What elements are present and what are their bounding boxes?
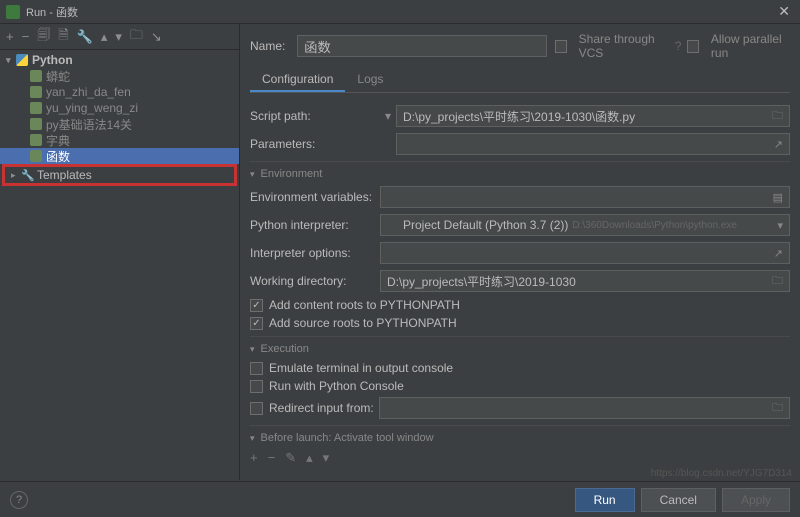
config-icon [30, 150, 42, 162]
config-icon [30, 118, 42, 130]
add-task-icon[interactable]: + [250, 450, 258, 466]
chevron-down-icon[interactable]: ▾ [250, 344, 255, 355]
save-icon[interactable]: 🗎 [58, 26, 68, 48]
window-title: Run - 函数 [26, 4, 774, 20]
workdir-label: Working directory: [250, 274, 380, 288]
allow-parallel-label: Allow parallel run [711, 32, 790, 60]
edit-task-icon[interactable]: ✎ [285, 450, 296, 466]
parameters-label: Parameters: [250, 137, 380, 151]
interp-opts-input[interactable]: ↗ [380, 242, 790, 264]
dropdown-icon[interactable]: ▾ [380, 109, 396, 123]
content-roots-checkbox[interactable] [250, 299, 263, 312]
config-icon [30, 70, 42, 82]
config-icon [30, 86, 42, 98]
redirect-input-checkbox[interactable] [250, 402, 263, 415]
app-icon [6, 5, 20, 19]
tree-item[interactable]: yan_zhi_da_fen [0, 84, 239, 100]
close-icon[interactable]: ✕ [774, 3, 794, 20]
name-label: Name: [250, 39, 289, 53]
folder-icon[interactable]: 🗀 [772, 399, 783, 418]
workdir-input[interactable]: D:\py_projects\平时练习\2019-1030🗀 [380, 270, 790, 292]
down-task-icon[interactable]: ▾ [323, 450, 330, 466]
wrench-icon: 🔧 [21, 169, 33, 182]
sidebar-toolbar: + − 🗐 🗎 🔧 ▴ ▾ 🗀 ↘ [0, 24, 239, 50]
config-icon [30, 102, 42, 114]
chevron-down-icon[interactable]: ▾ [250, 433, 255, 444]
chevron-down-icon[interactable]: ▾ [250, 169, 255, 180]
interpreter-select[interactable]: Project Default (Python 3.7 (2)) D:\360D… [380, 214, 790, 236]
list-icon[interactable]: ▤ [773, 191, 783, 204]
help-button[interactable]: ? [10, 491, 28, 509]
python-icon [16, 54, 28, 66]
script-path-input[interactable]: D:\py_projects\平时练习\2019-1030\函数.py🗀 [396, 105, 790, 127]
emulate-terminal-checkbox[interactable] [250, 362, 263, 375]
add-icon[interactable]: + [6, 29, 14, 44]
tree-item[interactable]: 蟒蛇 [0, 68, 239, 84]
chevron-right-icon: ▸ [11, 170, 21, 181]
up-icon[interactable]: ▴ [101, 29, 108, 45]
tree-item[interactable]: py基础语法14关 [0, 116, 239, 132]
tree-item[interactable]: 字典 [0, 132, 239, 148]
env-vars-input[interactable]: ▤ [380, 186, 790, 208]
help-icon[interactable]: ? [675, 39, 682, 53]
chevron-down-icon: ▾ [6, 55, 16, 66]
tab-logs[interactable]: Logs [345, 68, 395, 92]
folder-icon[interactable]: 🗀 [772, 107, 783, 126]
py-console-checkbox[interactable] [250, 380, 263, 393]
run-button[interactable]: Run [575, 488, 635, 512]
python-icon [387, 219, 399, 231]
config-icon [30, 134, 42, 146]
remove-task-icon[interactable]: − [268, 450, 276, 466]
share-vcs-label: Share through VCS [579, 32, 669, 60]
expand-icon[interactable]: ↗ [774, 247, 783, 260]
interp-opts-label: Interpreter options: [250, 246, 380, 260]
cancel-button[interactable]: Cancel [641, 488, 716, 512]
tab-configuration[interactable]: Configuration [250, 68, 345, 92]
templates-highlight-box: ▸ 🔧 Templates [2, 164, 237, 186]
folder-icon[interactable]: 🗀 [772, 272, 783, 291]
redirect-input-label: Redirect input from: [269, 401, 379, 415]
tree-root-python[interactable]: ▾ Python [0, 52, 239, 68]
allow-parallel-checkbox[interactable] [687, 40, 699, 53]
down-icon[interactable]: ▾ [115, 29, 122, 45]
copy-icon[interactable]: 🗐 [37, 26, 50, 48]
up-task-icon[interactable]: ▴ [306, 450, 313, 466]
script-path-label: Script path: [250, 109, 380, 123]
wrench-icon[interactable]: 🔧 [77, 29, 93, 45]
apply-button[interactable]: Apply [722, 488, 790, 512]
parameters-input[interactable]: ↗ [396, 133, 790, 155]
collapse-icon[interactable]: ↘ [151, 29, 162, 45]
interpreter-label: Python interpreter: [250, 218, 380, 232]
expand-icon[interactable]: ↗ [774, 138, 783, 151]
dropdown-icon[interactable]: ▾ [777, 219, 783, 232]
watermark: https://blog.csdn.net/YJG7D314 [651, 468, 792, 479]
name-input[interactable] [297, 35, 547, 57]
source-roots-checkbox[interactable] [250, 317, 263, 330]
tree-templates[interactable]: ▸ 🔧 Templates [5, 167, 234, 183]
folder-icon[interactable]: 🗀 [130, 26, 143, 48]
share-vcs-checkbox[interactable] [555, 40, 567, 53]
redirect-input-field[interactable]: 🗀 [379, 397, 790, 419]
env-vars-label: Environment variables: [250, 190, 380, 204]
remove-icon[interactable]: − [22, 29, 30, 44]
tree-item[interactable]: yu_ying_weng_zi [0, 100, 239, 116]
tree-item-selected[interactable]: 函数 [0, 148, 239, 164]
